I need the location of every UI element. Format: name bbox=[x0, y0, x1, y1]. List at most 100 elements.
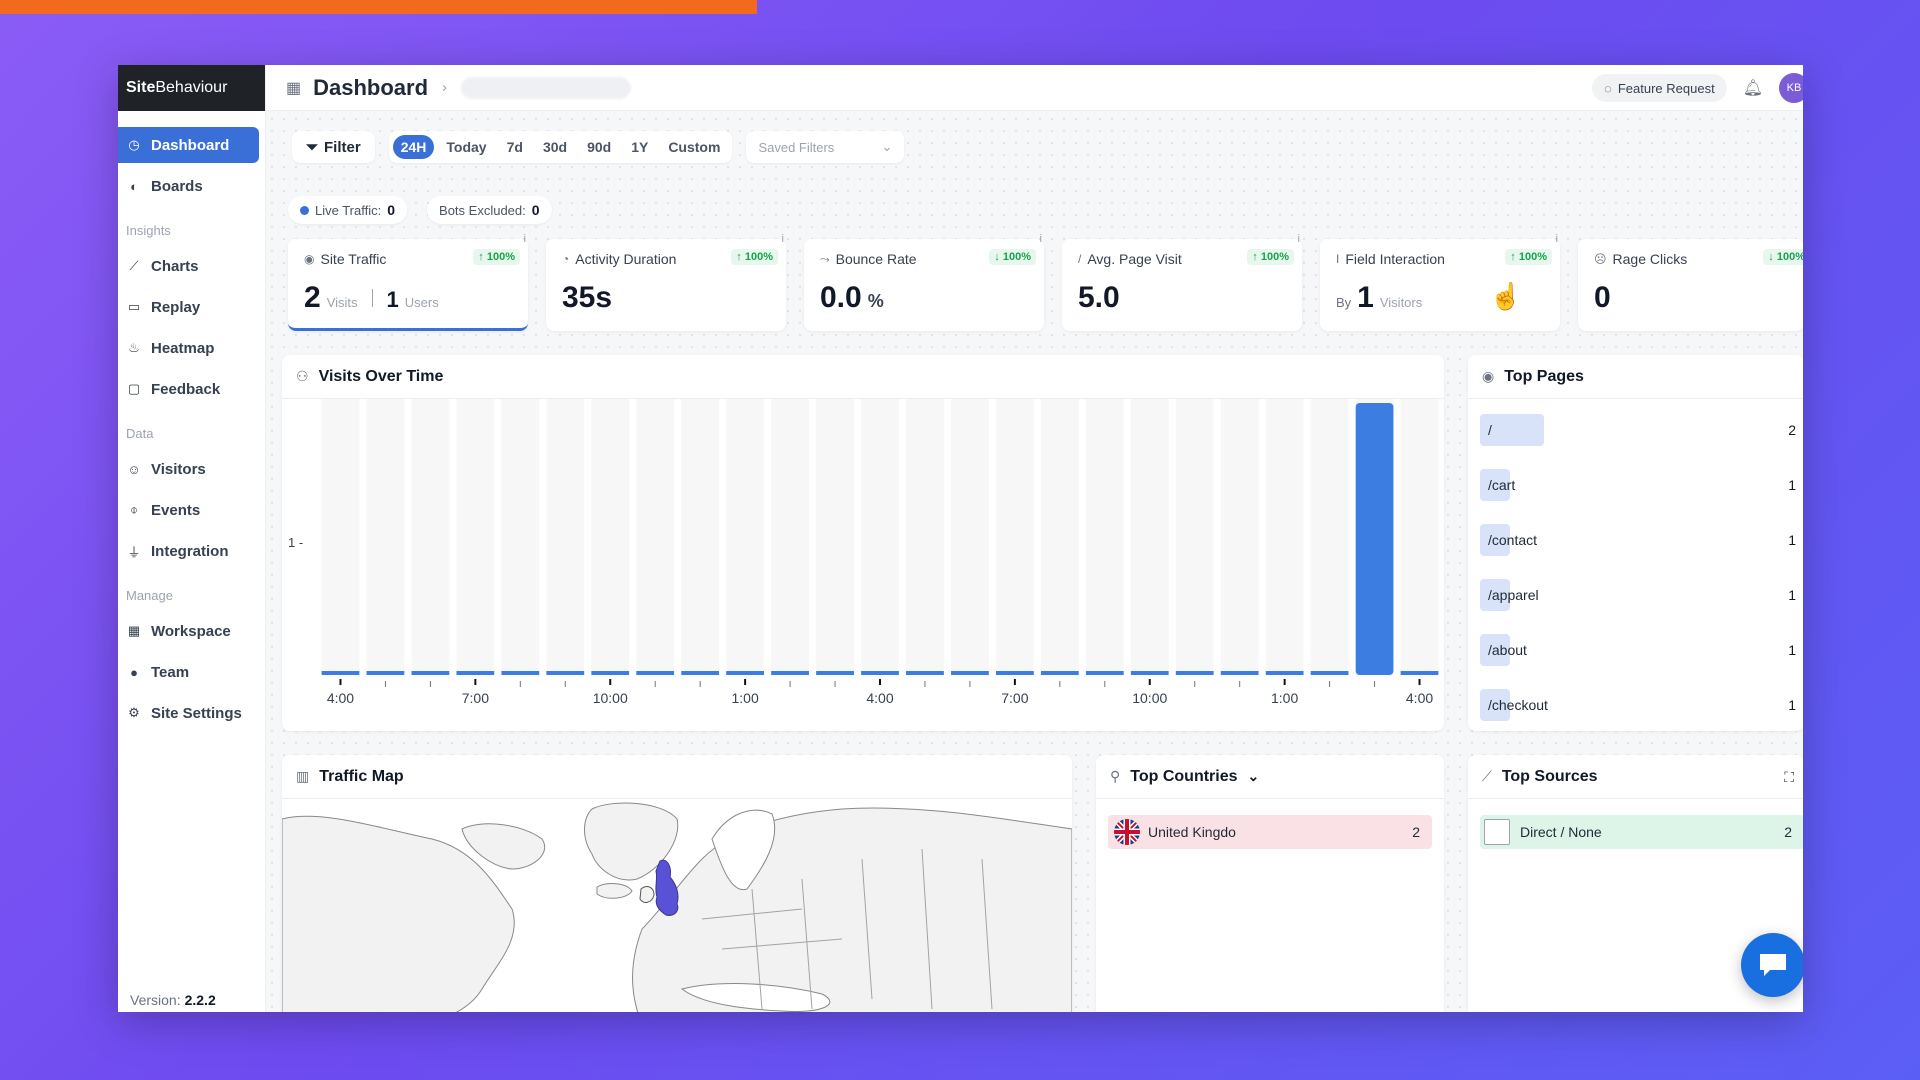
stat-value: 0.0 bbox=[820, 281, 862, 314]
sidebar-item-workspace[interactable]: ▦ Workspace bbox=[118, 613, 259, 649]
chart-bar[interactable] bbox=[681, 671, 720, 675]
list-item[interactable]: /contact 1 bbox=[1480, 523, 1796, 557]
chart-bar[interactable] bbox=[951, 671, 989, 675]
stat-card-activity-duration[interactable]: i ◔ Activity Duration ↑ 100% 35s bbox=[546, 233, 786, 331]
stat-card-rage-clicks[interactable]: ☹ Rage Clicks ↓ 100% 0 bbox=[1578, 239, 1803, 331]
range-custom[interactable]: Custom bbox=[660, 135, 728, 159]
chart-bar[interactable] bbox=[995, 671, 1034, 675]
chart-bar[interactable] bbox=[816, 671, 854, 675]
chart-bar[interactable] bbox=[726, 671, 765, 675]
chart-bar[interactable] bbox=[1400, 671, 1439, 675]
sidebar-item-dashboard[interactable]: ◷ Dashboard bbox=[118, 127, 259, 163]
list-item[interactable]: /checkout 1 bbox=[1480, 688, 1796, 722]
location-pin-icon: ⚲ bbox=[1110, 768, 1121, 784]
timer-icon: ◔ bbox=[562, 252, 570, 266]
bell-icon[interactable]: 🔔︎ bbox=[1743, 78, 1763, 98]
range-1y[interactable]: 1Y bbox=[623, 135, 656, 159]
list-item[interactable]: /cart 1 bbox=[1480, 468, 1796, 502]
chart-bar[interactable] bbox=[1130, 671, 1169, 675]
chart-bar[interactable] bbox=[771, 671, 809, 675]
range-30d[interactable]: 30d bbox=[535, 135, 575, 159]
saved-filters-select[interactable]: Saved Filters ⌄ bbox=[746, 131, 905, 163]
list-item[interactable]: /about 1 bbox=[1480, 633, 1796, 667]
list-item[interactable]: /apparel 1 bbox=[1480, 578, 1796, 612]
chart-bar[interactable] bbox=[411, 671, 450, 675]
chart-bar[interactable] bbox=[501, 671, 540, 675]
chart-bar[interactable] bbox=[1220, 671, 1259, 675]
x-tick-label: 7:00 bbox=[462, 690, 489, 706]
chart-bar[interactable] bbox=[1355, 403, 1394, 675]
source-swatch-icon bbox=[1484, 819, 1510, 845]
trend-badge: ↑ 100% bbox=[1247, 249, 1294, 265]
sidebar-item-integration[interactable]: ⏚ Integration bbox=[118, 533, 259, 569]
list-item[interactable]: /2 bbox=[1480, 413, 1796, 447]
chart-bar[interactable] bbox=[1085, 671, 1124, 675]
expand-icon[interactable]: ⛶ bbox=[1784, 769, 1794, 786]
stat-label: Site Traffic bbox=[320, 251, 387, 267]
info-icon[interactable]: i bbox=[1298, 233, 1300, 245]
eye-icon: ◉ bbox=[304, 252, 315, 266]
country-count: 2 bbox=[1412, 824, 1420, 840]
list-item[interactable]: Direct / None 2 bbox=[1480, 815, 1803, 849]
page-path: / bbox=[1480, 414, 1544, 446]
stat-card-field-interaction[interactable]: i I Field Interaction ↑ 100% By 1 Visitors … bbox=[1320, 233, 1560, 331]
range-24h[interactable]: 24H bbox=[392, 135, 435, 159]
bar-background bbox=[726, 399, 765, 675]
page-count: 1 bbox=[1788, 642, 1796, 658]
range-today[interactable]: Today bbox=[438, 135, 494, 159]
info-icon[interactable]: i bbox=[782, 233, 784, 245]
chart-bar[interactable] bbox=[546, 671, 585, 675]
sidebar-item-feedback[interactable]: ▢ Feedback bbox=[118, 371, 259, 407]
sidebar-item-events[interactable]: ⌽ Events bbox=[118, 492, 259, 528]
stat-card-bounce-rate[interactable]: i ⤳ Bounce Rate ↓ 100% 0.0% bbox=[804, 233, 1044, 331]
live-traffic-label: Live Traffic: bbox=[315, 202, 382, 218]
sidebar-item-replay[interactable]: ▭ Replay bbox=[118, 289, 259, 325]
info-icon[interactable]: i bbox=[1556, 233, 1558, 245]
feature-request-button[interactable]: ◌ Feature Request bbox=[1592, 74, 1727, 102]
chart-bar[interactable] bbox=[1265, 671, 1304, 675]
chart-bar[interactable] bbox=[861, 671, 899, 675]
range-7d[interactable]: 7d bbox=[499, 135, 531, 159]
stat-card-avg-page-visit[interactable]: i / Avg. Page Visit ↑ 100% 5.0 bbox=[1062, 233, 1302, 331]
y-tick-label: 1 - bbox=[288, 535, 303, 550]
info-icon[interactable]: i bbox=[524, 233, 526, 245]
chart-bar[interactable] bbox=[906, 671, 944, 675]
bar-background bbox=[951, 399, 989, 675]
stats-row: i ◉ Site Traffic ↑ 100% 2 Visits 1 Users … bbox=[288, 233, 1803, 331]
sidebar-item-team[interactable]: ● Team bbox=[118, 654, 259, 690]
brand-logo[interactable]: Site Behaviour bbox=[118, 65, 265, 111]
gear-icon: ⚙ bbox=[128, 705, 140, 720]
sidebar-item-charts[interactable]: ⟋ Charts bbox=[118, 248, 259, 284]
chart-bar[interactable] bbox=[456, 671, 495, 675]
world-map[interactable] bbox=[282, 799, 1072, 1012]
chart-bar[interactable] bbox=[1310, 671, 1349, 675]
chat-button[interactable] bbox=[1741, 933, 1803, 997]
chart-bar[interactable] bbox=[321, 671, 360, 675]
chart-bar[interactable] bbox=[636, 671, 675, 675]
source-name: Direct / None bbox=[1520, 824, 1602, 840]
info-icon[interactable]: i bbox=[1040, 233, 1042, 245]
chevron-down-icon[interactable]: ⌄ bbox=[1248, 768, 1260, 785]
list-item[interactable]: United Kingdo 2 bbox=[1108, 815, 1432, 849]
site-selector[interactable] bbox=[461, 76, 632, 99]
page-title: Dashboard bbox=[313, 74, 429, 100]
chart-bar[interactable] bbox=[366, 671, 405, 675]
chart-bar[interactable] bbox=[1175, 671, 1214, 675]
range-90d[interactable]: 90d bbox=[579, 135, 619, 159]
filter-button[interactable]: ⏷ Filter bbox=[292, 131, 375, 163]
chart-bar[interactable] bbox=[591, 671, 630, 675]
main-content: ▦ Dashboard › ◌ Feature Request 🔔︎ KB ⏷ … bbox=[266, 65, 1803, 1012]
app-window: Site Behaviour ◷ Dashboard ◐ Boards Insig… bbox=[118, 65, 1803, 1012]
chart-bar[interactable] bbox=[1040, 671, 1079, 675]
avatar[interactable]: KB bbox=[1779, 73, 1803, 103]
stat-card-site-traffic[interactable]: i ◉ Site Traffic ↑ 100% 2 Visits 1 Users bbox=[288, 233, 528, 331]
sidebar-item-heatmap[interactable]: ♨ Heatmap bbox=[118, 330, 259, 366]
bots-excluded-badge: Bots Excluded: 0 bbox=[427, 196, 552, 224]
trend-badge: ↑ 100% bbox=[473, 249, 520, 265]
sidebar-item-visitors[interactable]: ☺ Visitors bbox=[118, 451, 259, 487]
sidebar-item-site-settings[interactable]: ⚙ Site Settings bbox=[118, 695, 259, 731]
video-icon: ▭ bbox=[127, 299, 141, 314]
sidebar-item-boards[interactable]: ◐ Boards bbox=[118, 168, 259, 204]
stat-label: Activity Duration bbox=[575, 251, 677, 267]
bar-background bbox=[1265, 399, 1304, 675]
